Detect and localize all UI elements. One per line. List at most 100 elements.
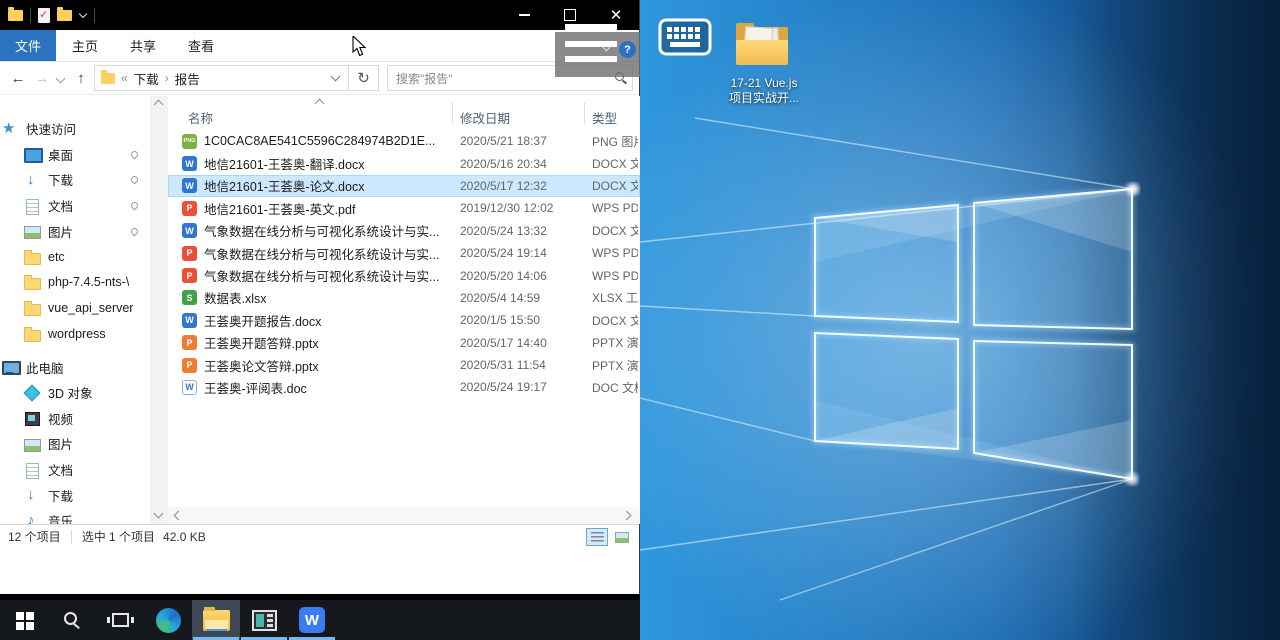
file-type: DOCX 文档 [592, 309, 638, 331]
table-row[interactable]: P王荟奥论文答辩.pptx2020/5/31 11:54PPTX 演示 [168, 354, 640, 376]
task-view-button[interactable] [96, 600, 144, 640]
column-divider[interactable] [584, 102, 585, 124]
taskbar-search-button[interactable] [48, 600, 96, 640]
pptx-file-icon: P [182, 335, 197, 350]
column-header-type[interactable]: 类型 [592, 108, 617, 127]
file-date: 2020/5/24 13:32 [460, 220, 547, 242]
sidebar-scrollbar[interactable] [150, 96, 168, 524]
minimize-button[interactable] [501, 0, 547, 30]
refresh-button[interactable]: ↻ [349, 65, 379, 91]
sidebar-item-wordpress[interactable]: wordpress [0, 321, 150, 347]
pic-icon [24, 223, 40, 239]
sidebar-item-music[interactable]: 音乐 [0, 508, 150, 524]
large-icons-view-button[interactable] [611, 528, 633, 546]
overlay-chevron-down-icon[interactable] [603, 43, 611, 51]
file-list-pane: 名称 修改日期 类型 PNG1C0CAC8AE541C5596C284974B2… [168, 96, 640, 524]
pin-icon [130, 201, 140, 211]
table-row[interactable]: W地信21601-王荟奥-论文.docx2020/5/17 12:32DOCX … [168, 175, 640, 197]
quick-access-toolbar-chevron-icon[interactable] [79, 11, 87, 19]
sidebar-item-pictures[interactable]: 图片 [0, 218, 150, 244]
sidebar-item-label: 文档 [48, 196, 73, 215]
sidebar-item-vue-api-server[interactable]: vue_api_server [0, 295, 150, 321]
desktop-folder-icon[interactable] [733, 20, 791, 72]
sidebar-item-this-pc[interactable]: 此电脑 [0, 354, 150, 380]
scroll-down-icon[interactable] [154, 509, 164, 519]
sidebar-item-documents[interactable]: 文档 [0, 193, 150, 219]
column-header-date[interactable]: 修改日期 [460, 108, 510, 127]
sidebar-item-videos[interactable]: 视频 [0, 406, 150, 432]
file-date: 2020/5/16 20:34 [460, 152, 547, 174]
table-row[interactable]: P地信21601-王荟奥-英文.pdf2019/12/30 12:02WPS P… [168, 197, 640, 219]
file-name: 王荟奥开题答辩.pptx [204, 333, 319, 352]
sidebar-item-desktop[interactable]: 桌面 [0, 142, 150, 168]
view-buttons [586, 528, 633, 546]
tab-file[interactable]: 文件 [0, 30, 56, 61]
file-name: 地信21601-王荟奥-英文.pdf [204, 199, 355, 218]
sidebar-item-label: 图片 [48, 434, 73, 453]
task-view-icon [112, 613, 129, 627]
table-row[interactable]: P气象数据在线分析与可视化系统设计与实...2020/5/20 14:06WPS… [168, 264, 640, 286]
table-row[interactable]: W王荟奥-评阅表.doc2020/5/24 19:17DOC 文档 [168, 376, 640, 398]
breadcrumb-downloads[interactable]: 下载 [134, 69, 159, 88]
mouse-cursor [352, 36, 368, 63]
tab-home[interactable]: 主页 [56, 30, 114, 61]
file-explorer-button[interactable] [192, 600, 240, 640]
sidebar-item-label: 下载 [48, 486, 73, 505]
breadcrumb-report[interactable]: 报告 [175, 69, 200, 88]
column-divider[interactable] [452, 102, 453, 124]
up-button[interactable]: ↑ [68, 70, 94, 87]
sidebar-item-downloads-pc[interactable]: 下载 [0, 482, 150, 508]
column-headers: 名称 修改日期 类型 [168, 96, 640, 130]
tab-share[interactable]: 共享 [114, 30, 172, 61]
table-row[interactable]: PNG1C0CAC8AE541C5596C284974B2D1E...2020/… [168, 130, 640, 152]
file-date: 2020/1/5 15:50 [460, 309, 540, 331]
forward-button[interactable]: → [30, 70, 54, 87]
table-row[interactable]: P王荟奥开题答辩.pptx2020/5/17 14:40PPTX 演示 [168, 332, 640, 354]
details-view-button[interactable] [586, 528, 608, 546]
scroll-right-icon[interactable] [622, 511, 632, 521]
back-button[interactable]: ← [6, 70, 30, 87]
scroll-left-icon[interactable] [174, 511, 184, 521]
desktop-folder-label[interactable]: 17-21 Vue.js 项目实战开... [712, 76, 816, 106]
table-row[interactable]: W王荟奥开题报告.docx2020/1/5 15:50DOCX 文档 [168, 309, 640, 331]
docx-file-icon: W [182, 156, 197, 171]
file-name: 气象数据在线分析与可视化系统设计与实... [204, 221, 439, 240]
sort-ascending-icon [315, 99, 325, 109]
sidebar-item-quick-access[interactable]: 快速访问 [0, 116, 150, 142]
sidebar-item-3d-objects[interactable]: 3D 对象 [0, 380, 150, 406]
divider [71, 530, 72, 544]
sidebar-item-php-folder[interactable]: php-7.4.5-nts-\ [0, 270, 150, 296]
wps-office-button[interactable] [288, 600, 336, 640]
breadcrumb-ellipsis[interactable]: « [121, 71, 128, 85]
sidebar-item-downloads[interactable]: 下载 [0, 167, 150, 193]
help-icon[interactable]: ? [619, 41, 636, 58]
sidebar-item-documents-pc[interactable]: 文档 [0, 457, 150, 483]
table-row[interactable]: W气象数据在线分析与可视化系统设计与实...2020/5/24 13:32DOC… [168, 220, 640, 242]
pdf-file-icon: P [182, 246, 197, 261]
scroll-up-icon[interactable] [154, 100, 164, 110]
column-header-name[interactable]: 名称 [188, 108, 213, 127]
sidebar-item-pictures-pc[interactable]: 图片 [0, 431, 150, 457]
recorder-overlay[interactable]: ? [555, 32, 640, 77]
cube-icon [24, 385, 40, 401]
sidebar-item-etc[interactable]: etc [0, 244, 150, 270]
tab-view[interactable]: 查看 [172, 30, 230, 61]
edge-button[interactable] [144, 600, 192, 640]
new-folder-icon[interactable] [57, 10, 72, 21]
table-row[interactable]: W地信21601-王荟奥-翻译.docx2020/5/16 20:34DOCX … [168, 152, 640, 174]
horizontal-scrollbar[interactable] [168, 507, 639, 524]
file-type: PNG 图片 [592, 130, 638, 152]
navigation-pane: 快速访问桌面下载文档图片etcphp-7.4.5-nts-\vue_api_se… [0, 96, 150, 524]
address-bar[interactable]: « 下载 › 报告 [94, 65, 349, 91]
start-button[interactable] [0, 600, 48, 640]
table-row[interactable]: P气象数据在线分析与可视化系统设计与实...2020/5/24 19:14WPS… [168, 242, 640, 264]
png-file-icon: PNG [182, 134, 197, 149]
screen-recorder-button[interactable] [240, 600, 288, 640]
table-row[interactable]: S数据表.xlsx2020/5/4 14:59XLSX 工作表 [168, 287, 640, 309]
doc-icon [24, 462, 40, 478]
properties-icon[interactable] [38, 8, 50, 23]
keyboard-icon[interactable] [658, 14, 712, 60]
file-date: 2020/5/20 14:06 [460, 264, 547, 286]
address-dropdown-chevron-icon[interactable] [330, 72, 342, 84]
file-name: 数据表.xlsx [204, 288, 267, 307]
